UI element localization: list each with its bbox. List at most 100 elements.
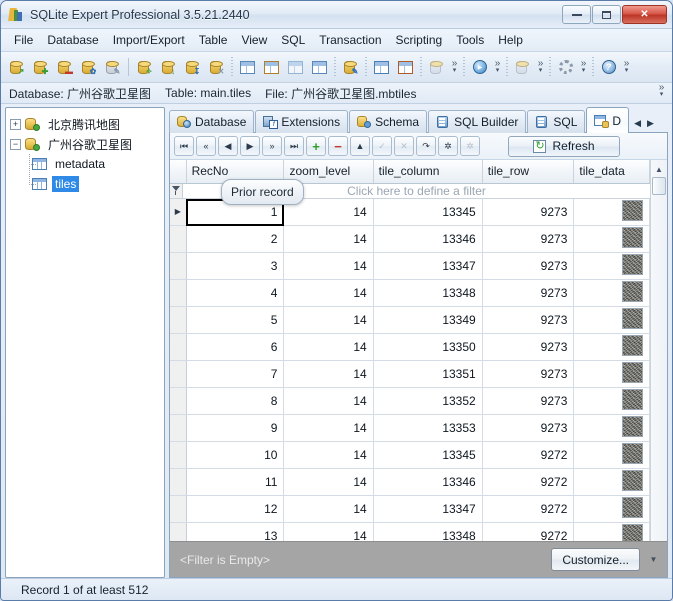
expander-icon[interactable]: + bbox=[10, 118, 21, 130]
restore-button[interactable] bbox=[592, 5, 621, 24]
cell-tile-row[interactable]: 9272 bbox=[482, 468, 575, 496]
database-properties-icon[interactable]: ✿ bbox=[77, 56, 100, 79]
tree-node-beijing-tencent-map[interactable]: + 北京腾讯地图 bbox=[10, 114, 162, 134]
table-row[interactable]: 6 14 13350 9273 bbox=[170, 333, 650, 361]
cell-tile-column[interactable]: 13351 bbox=[373, 360, 483, 388]
prior-page-button[interactable]: « bbox=[196, 136, 216, 156]
cell-tile-data[interactable] bbox=[573, 279, 650, 307]
info-overflow-button[interactable]: » ▾ bbox=[656, 83, 667, 99]
next-page-button[interactable]: » bbox=[262, 136, 282, 156]
menu-scripting[interactable]: Scripting bbox=[389, 30, 450, 50]
first-record-button[interactable]: ⏮ bbox=[174, 136, 194, 156]
menu-sql[interactable]: SQL bbox=[274, 30, 312, 50]
toolbar-overflow-1[interactable]: » ▾ bbox=[449, 59, 460, 75]
menu-transaction[interactable]: Transaction bbox=[312, 30, 388, 50]
column-header-tile-column[interactable]: tile_column bbox=[373, 160, 483, 184]
data-edit-icon[interactable]: ✎ bbox=[339, 56, 362, 79]
table-row[interactable]: 10 14 13345 9272 bbox=[170, 441, 650, 469]
table-import-icon[interactable]: ↓ bbox=[157, 56, 180, 79]
cell-zoom-level[interactable]: 14 bbox=[283, 441, 374, 469]
menu-file[interactable]: File bbox=[7, 30, 40, 50]
filter-status-text[interactable]: <Filter is Empty> bbox=[180, 553, 551, 567]
cell-zoom-level[interactable]: 14 bbox=[283, 333, 374, 361]
cell-recno[interactable]: 5 bbox=[186, 306, 285, 334]
script-run-icon[interactable] bbox=[425, 56, 448, 79]
tab-extensions[interactable]: f Extensions bbox=[255, 110, 349, 133]
database-open-icon[interactable]: ↗ bbox=[5, 56, 28, 79]
cell-recno[interactable]: 7 bbox=[186, 360, 285, 388]
cell-tile-column[interactable]: 13347 bbox=[373, 252, 483, 280]
help-icon[interactable]: ? bbox=[597, 56, 620, 79]
scroll-up-button[interactable]: ▲ bbox=[652, 162, 667, 176]
cell-recno[interactable]: 10 bbox=[186, 441, 285, 469]
tab-scroll-left-button[interactable]: ◀ bbox=[634, 118, 641, 129]
menu-table[interactable]: Table bbox=[192, 30, 235, 50]
design-view-icon[interactable] bbox=[308, 56, 331, 79]
cell-tile-data[interactable] bbox=[573, 252, 650, 280]
customize-button[interactable]: Customize... bbox=[551, 548, 640, 571]
cell-zoom-level[interactable]: 14 bbox=[283, 252, 374, 280]
cell-zoom-level[interactable]: 14 bbox=[283, 360, 374, 388]
tab-scroll-right-button[interactable]: ▶ bbox=[647, 118, 654, 129]
menu-view[interactable]: View bbox=[234, 30, 274, 50]
cell-tile-data[interactable] bbox=[573, 198, 650, 226]
cell-tile-column[interactable]: 13350 bbox=[373, 333, 483, 361]
collapse-icon[interactable]: − bbox=[10, 138, 21, 150]
cell-tile-column[interactable]: 13346 bbox=[373, 225, 483, 253]
refresh-record-button[interactable]: ↷ bbox=[416, 136, 436, 156]
cell-tile-data[interactable] bbox=[573, 414, 650, 442]
cell-zoom-level[interactable]: 14 bbox=[283, 225, 374, 253]
cell-recno[interactable]: 8 bbox=[186, 387, 285, 415]
cell-tile-row[interactable]: 9273 bbox=[482, 279, 575, 307]
cell-tile-data[interactable] bbox=[573, 225, 650, 253]
minimize-button[interactable] bbox=[562, 5, 591, 24]
cell-zoom-level[interactable]: 14 bbox=[283, 414, 374, 442]
toolbar-overflow-4[interactable]: » ▾ bbox=[578, 59, 589, 75]
cell-zoom-level[interactable]: 14 bbox=[283, 468, 374, 496]
cell-recno[interactable]: 12 bbox=[186, 495, 285, 523]
tab-sql[interactable]: SQL bbox=[527, 110, 586, 133]
refresh-button[interactable]: Refresh bbox=[508, 135, 620, 157]
edit-record-button[interactable]: ▲ bbox=[350, 136, 370, 156]
cell-tile-data[interactable] bbox=[573, 387, 650, 415]
cell-tile-data[interactable] bbox=[573, 495, 650, 523]
cell-tile-row[interactable]: 9273 bbox=[482, 306, 575, 334]
cell-tile-column[interactable]: 13348 bbox=[373, 279, 483, 307]
table-export-icon[interactable]: ↧ bbox=[181, 56, 204, 79]
menu-database[interactable]: Database bbox=[40, 30, 105, 50]
tab-database[interactable]: Database bbox=[169, 110, 255, 133]
cell-tile-column[interactable]: 13345 bbox=[373, 441, 483, 469]
cell-tile-data[interactable] bbox=[573, 522, 650, 541]
scrollbar-thumb[interactable] bbox=[652, 177, 666, 195]
cell-tile-data[interactable] bbox=[573, 306, 650, 334]
table-row[interactable]: 13 14 13348 9272 bbox=[170, 522, 650, 541]
cell-recno[interactable]: 2 bbox=[186, 225, 285, 253]
prior-record-button[interactable]: ◀ bbox=[218, 136, 238, 156]
cell-tile-row[interactable]: 9273 bbox=[482, 225, 575, 253]
next-record-button[interactable]: ▶ bbox=[240, 136, 260, 156]
set-null-button[interactable]: ✲ bbox=[438, 136, 458, 156]
cell-tile-row[interactable]: 9273 bbox=[482, 333, 575, 361]
filter-scroll-down-button[interactable]: ▼ bbox=[646, 555, 661, 564]
cell-tile-row[interactable]: 9273 bbox=[482, 198, 575, 226]
grid-vertical-scrollbar[interactable]: ▲ bbox=[650, 160, 667, 541]
cell-tile-column[interactable]: 13346 bbox=[373, 468, 483, 496]
cell-recno[interactable]: 11 bbox=[186, 468, 285, 496]
cell-tile-row[interactable]: 9273 bbox=[482, 414, 575, 442]
table-row[interactable]: 12 14 13347 9272 bbox=[170, 495, 650, 523]
blob-view-icon[interactable] bbox=[284, 56, 307, 79]
table-delete-icon[interactable]: ✕ bbox=[205, 56, 228, 79]
cell-tile-row[interactable]: 9273 bbox=[482, 387, 575, 415]
cell-recno[interactable]: 4 bbox=[186, 279, 285, 307]
table-new-icon[interactable]: ✧ bbox=[133, 56, 156, 79]
menu-help[interactable]: Help bbox=[491, 30, 530, 50]
cell-zoom-level[interactable]: 14 bbox=[283, 495, 374, 523]
column-header-tile-row[interactable]: tile_row bbox=[482, 160, 575, 184]
menu-tools[interactable]: Tools bbox=[449, 30, 491, 50]
tree-node-guangzhou-google-satellite[interactable]: − 广州谷歌卫星图 bbox=[10, 134, 162, 154]
last-record-button[interactable]: ⏭ bbox=[284, 136, 304, 156]
database-search-icon[interactable]: ✎ bbox=[101, 56, 124, 79]
cell-tile-row[interactable]: 9273 bbox=[482, 360, 575, 388]
cell-tile-data[interactable] bbox=[573, 441, 650, 469]
cell-tile-column[interactable]: 13349 bbox=[373, 306, 483, 334]
